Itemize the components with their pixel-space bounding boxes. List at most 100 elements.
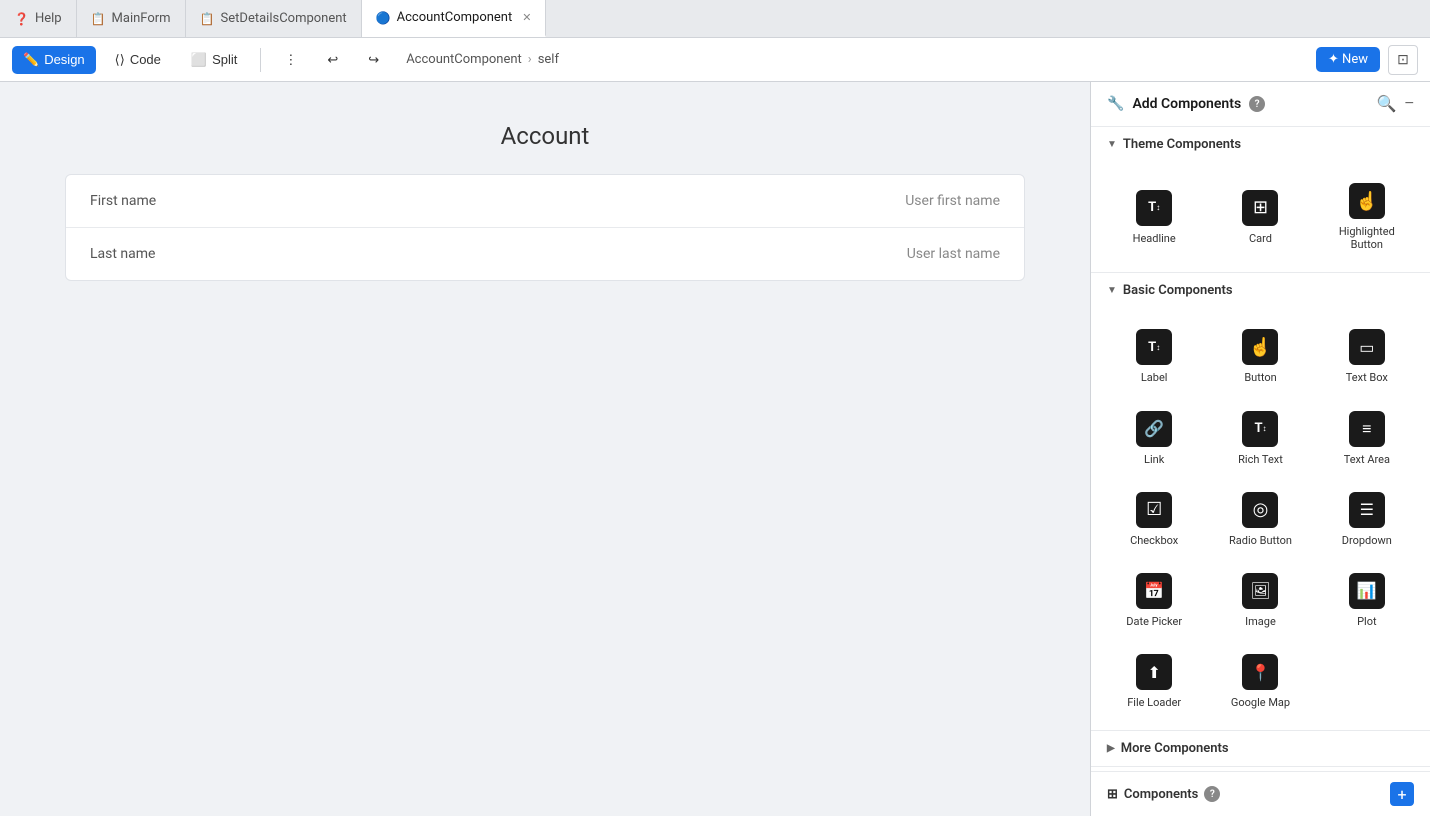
code-button[interactable]: ⟨⟩ Code xyxy=(104,46,172,74)
component-card[interactable]: ⊞ Card xyxy=(1209,170,1311,260)
theme-chevron-icon: ▼ xyxy=(1107,139,1117,150)
collapse-button[interactable]: − xyxy=(1405,95,1414,113)
tab-account-close[interactable]: ✕ xyxy=(522,11,531,24)
rich-text-label: Rich Text xyxy=(1238,453,1283,466)
component-headline[interactable]: T↕ Headline xyxy=(1103,170,1205,260)
checkbox-label: Checkbox xyxy=(1130,534,1178,547)
breadcrumb-main: AccountComponent xyxy=(406,52,522,67)
basic-components-section: ▼ Basic Components T↕ Label ☝ Button ▭ T… xyxy=(1091,273,1430,731)
undo-button[interactable]: ↩ xyxy=(316,46,349,74)
add-component-button[interactable]: + xyxy=(1390,782,1414,806)
component-file-loader[interactable]: ⬆ File Loader xyxy=(1103,641,1205,718)
google-map-icon: 📍 xyxy=(1242,654,1278,690)
basic-components-header[interactable]: ▼ Basic Components xyxy=(1091,273,1430,308)
design-label: Design xyxy=(44,52,84,67)
panel-title-text: Add Components xyxy=(1132,96,1241,112)
split-button[interactable]: ⬜ Split xyxy=(180,46,248,74)
plot-icon: 📊 xyxy=(1349,573,1385,609)
dropdown-icon: ☰ xyxy=(1349,492,1385,528)
component-highlighted-button[interactable]: ☝ Highlighted Button xyxy=(1316,170,1418,260)
tab-help[interactable]: ❓ Help xyxy=(0,0,77,37)
tab-help-label: Help xyxy=(35,11,62,26)
text-box-icon: ▭ xyxy=(1349,329,1385,365)
more-chevron-icon: ▶ xyxy=(1107,743,1115,754)
table-row: First name User first name xyxy=(66,175,1024,228)
image-label: Image xyxy=(1245,615,1276,628)
component-plot[interactable]: 📊 Plot xyxy=(1316,560,1418,637)
table-row: Last name User last name xyxy=(66,228,1024,280)
bottom-help-badge[interactable]: ? xyxy=(1204,786,1220,802)
theme-components-header[interactable]: ▼ Theme Components xyxy=(1091,127,1430,162)
component-label[interactable]: T↕ Label xyxy=(1103,316,1205,393)
tab-setdetails-icon: 📋 xyxy=(200,12,215,26)
wrench-icon: 🔧 xyxy=(1107,96,1124,112)
bottom-bar-title: ⊞ Components ? xyxy=(1107,786,1220,802)
tab-account-label: AccountComponent xyxy=(397,10,513,25)
button-label: Button xyxy=(1244,371,1276,384)
radio-button-label: Radio Button xyxy=(1229,534,1292,547)
button-icon: ☝ xyxy=(1242,329,1278,365)
tab-mainform[interactable]: 📋 MainForm xyxy=(77,0,186,37)
design-button[interactable]: ✏️ Design xyxy=(12,46,96,74)
file-loader-label: File Loader xyxy=(1127,696,1181,709)
component-dropdown[interactable]: ☰ Dropdown xyxy=(1316,479,1418,556)
breadcrumb: AccountComponent › self xyxy=(406,52,559,67)
basic-section-label: Basic Components xyxy=(1123,283,1233,298)
add-icon: + xyxy=(1397,785,1406,804)
last-name-label: Last name xyxy=(90,246,155,262)
tab-setdetails[interactable]: 📋 SetDetailsComponent xyxy=(186,0,362,37)
tab-account[interactable]: 🔵 AccountComponent ✕ xyxy=(362,0,547,37)
link-label: Link xyxy=(1144,453,1164,466)
checkbox-icon: ☑ xyxy=(1136,492,1172,528)
component-rich-text[interactable]: T↕ Rich Text xyxy=(1209,398,1311,475)
component-checkbox[interactable]: ☑ Checkbox xyxy=(1103,479,1205,556)
right-panel: 🔧 Add Components ? 🔍 − ▼ Theme Component… xyxy=(1090,82,1430,816)
component-google-map[interactable]: 📍 Google Map xyxy=(1209,641,1311,718)
theme-section-label: Theme Components xyxy=(1123,137,1241,152)
label-label: Label xyxy=(1141,371,1168,384)
design-icon: ✏️ xyxy=(23,52,39,68)
link-icon: 🔗 xyxy=(1136,411,1172,447)
component-link[interactable]: 🔗 Link xyxy=(1103,398,1205,475)
component-date-picker[interactable]: 📅 Date Picker xyxy=(1103,560,1205,637)
page-title: Account xyxy=(501,122,590,150)
tab-mainform-label: MainForm xyxy=(112,11,171,26)
panel-help-badge[interactable]: ? xyxy=(1249,96,1265,112)
toolbar: ✏️ Design ⟨⟩ Code ⬜ Split ⋮ ↩ ↪ AccountC… xyxy=(0,38,1430,82)
tab-help-icon: ❓ xyxy=(14,12,29,26)
new-button[interactable]: ✦ New xyxy=(1316,47,1380,72)
theme-components-grid: T↕ Headline ⊞ Card ☝ Highlighted Button xyxy=(1091,162,1430,272)
google-map-label: Google Map xyxy=(1231,696,1290,709)
redo-button[interactable]: ↪ xyxy=(357,46,390,74)
headline-label: Headline xyxy=(1133,232,1176,245)
text-area-label: Text Area xyxy=(1344,453,1390,466)
panel-actions: 🔍 − xyxy=(1377,94,1414,114)
toolbar-divider-1 xyxy=(260,48,261,72)
image-icon: 🖼 xyxy=(1242,573,1278,609)
first-name-label: First name xyxy=(90,193,156,209)
bottom-bar: ⊞ Components ? + xyxy=(1091,771,1430,816)
radio-button-icon: ◎ xyxy=(1242,492,1278,528)
date-picker-label: Date Picker xyxy=(1126,615,1182,628)
main-area: Account First name User first name Last … xyxy=(0,82,1430,816)
search-button[interactable]: 🔍 xyxy=(1377,94,1397,114)
first-name-value: User first name xyxy=(905,193,1000,209)
component-image[interactable]: 🖼 Image xyxy=(1209,560,1311,637)
theme-components-section: ▼ Theme Components T↕ Headline ⊞ Card ☝ … xyxy=(1091,127,1430,273)
toolbar-right: ✦ New ⊡ xyxy=(1316,45,1418,75)
component-radio-button[interactable]: ◎ Radio Button xyxy=(1209,479,1311,556)
panel-scroll: ▼ Theme Components T↕ Headline ⊞ Card ☝ … xyxy=(1091,127,1430,771)
more-components-section: ▶ More Components xyxy=(1091,731,1430,767)
canvas: Account First name User first name Last … xyxy=(0,82,1090,816)
component-text-area[interactable]: ≡ Text Area xyxy=(1316,398,1418,475)
tab-account-icon: 🔵 xyxy=(376,11,391,25)
tab-setdetails-label: SetDetailsComponent xyxy=(221,11,347,26)
more-components-header[interactable]: ▶ More Components xyxy=(1091,731,1430,766)
headline-icon: T↕ xyxy=(1136,190,1172,226)
last-name-value: User last name xyxy=(907,246,1000,262)
component-button[interactable]: ☝ Button xyxy=(1209,316,1311,393)
text-box-label: Text Box xyxy=(1346,371,1388,384)
layout-toggle-button[interactable]: ⊡ xyxy=(1388,45,1418,75)
more-options-button[interactable]: ⋮ xyxy=(273,46,308,74)
component-text-box[interactable]: ▭ Text Box xyxy=(1316,316,1418,393)
